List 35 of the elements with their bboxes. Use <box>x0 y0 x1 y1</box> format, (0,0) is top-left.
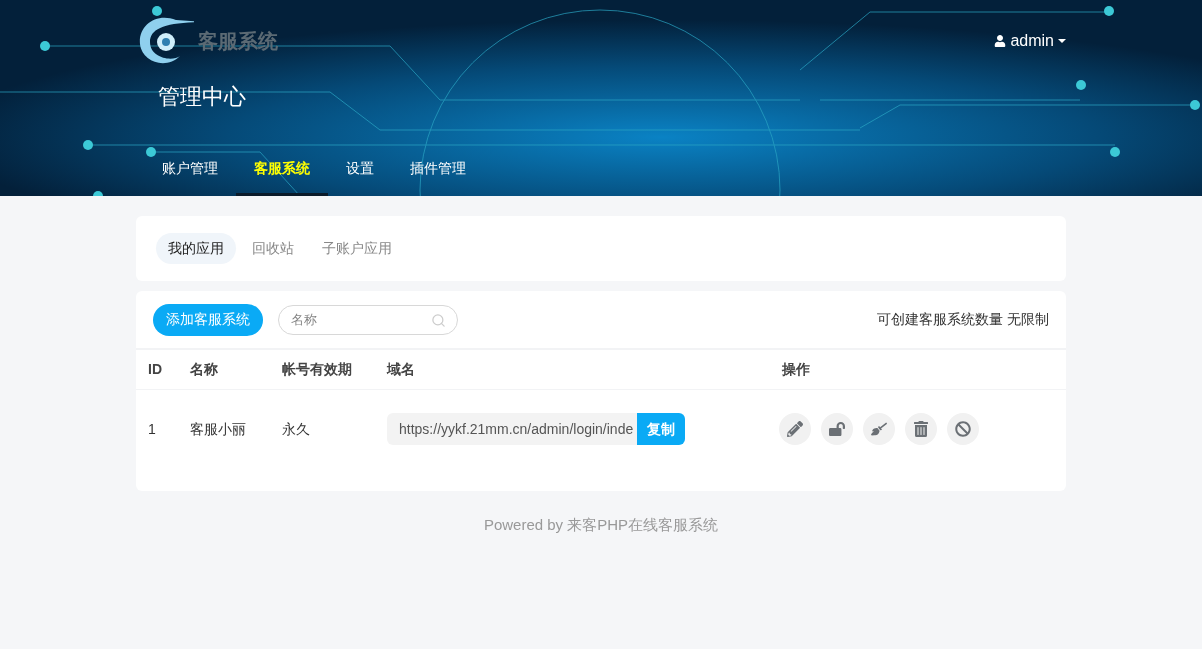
quota-text: 可创建客服系统数量 无限制 <box>877 310 1049 329</box>
column-header: 帐号有效期 <box>281 360 353 379</box>
broom-icon <box>871 421 887 437</box>
page-title: 管理中心 <box>158 83 246 111</box>
table-cell-text: 1 <box>147 419 157 439</box>
search-icon <box>431 312 446 328</box>
column-header: 名称 <box>189 360 219 379</box>
logo-text: 客服系统 <box>198 29 278 54</box>
pencil-icon <box>787 421 803 437</box>
table-cell-text: 永久 <box>281 419 311 439</box>
unlock-icon <box>829 421 845 437</box>
table-cell-text: 客服小丽 <box>189 419 247 439</box>
nav-tab[interactable]: 设置 <box>328 154 392 196</box>
column-header: 操作 <box>781 360 810 379</box>
sub-tab[interactable]: 子账户应用 <box>310 233 404 264</box>
ban-icon <box>955 421 971 437</box>
sub-tab[interactable]: 我的应用 <box>156 233 236 264</box>
user-icon <box>994 35 1007 47</box>
search-field[interactable]: 名称 <box>278 304 458 335</box>
broom-button[interactable] <box>863 413 895 445</box>
trash-button[interactable] <box>905 413 937 445</box>
caret-icon <box>1058 39 1066 43</box>
column-header: ID <box>147 360 163 379</box>
sub-tab[interactable]: 回收站 <box>240 233 306 264</box>
nav-tab[interactable]: 客服系统 <box>236 154 328 196</box>
nav-tab[interactable]: 插件管理 <box>392 154 484 196</box>
ban-button[interactable] <box>947 413 979 445</box>
trash-icon <box>913 421 929 437</box>
unlock-button[interactable] <box>821 413 853 445</box>
pencil-button[interactable] <box>779 413 811 445</box>
nav-tab[interactable]: 账户管理 <box>144 154 236 196</box>
footer-text: Powered by 来客PHP在线客服系统 <box>483 516 719 533</box>
domain-field[interactable]: https://yykf.21mm.cn/admin/login/inde <box>387 413 638 445</box>
user-menu[interactable]: admin <box>1010 29 1066 53</box>
column-header: 域名 <box>385 360 416 379</box>
